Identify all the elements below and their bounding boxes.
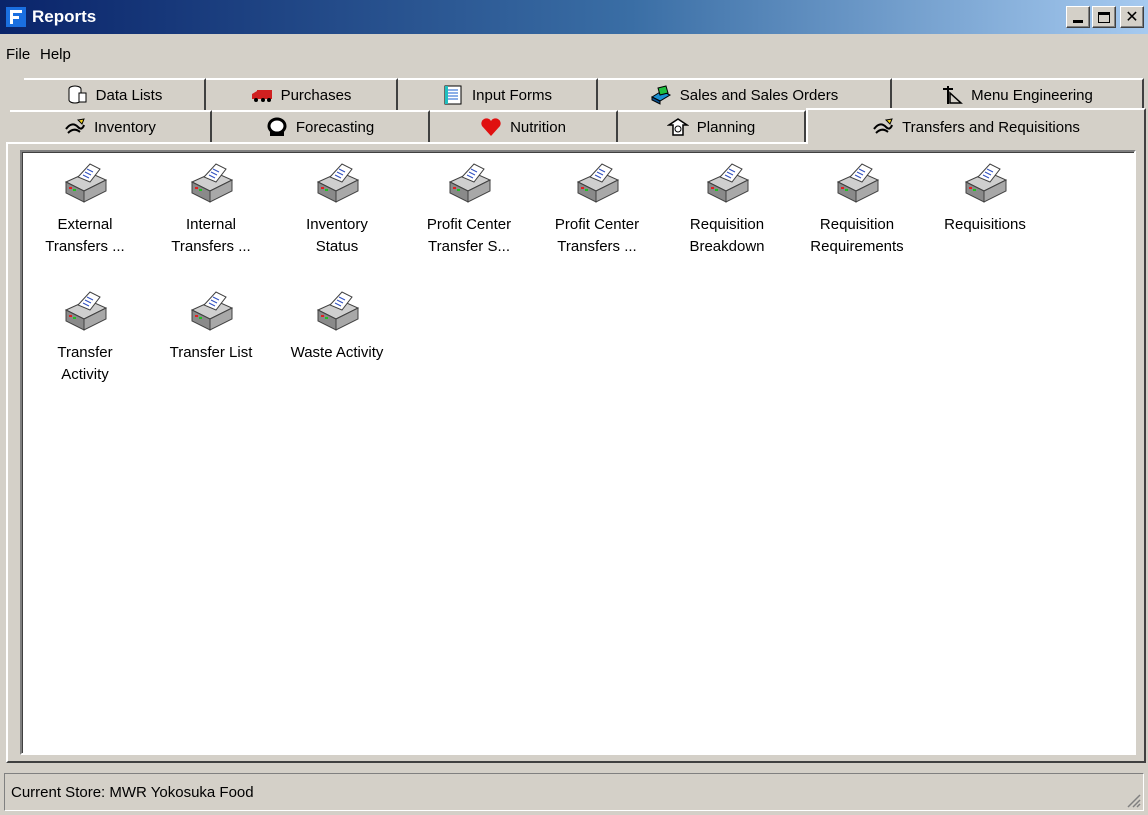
printer-report-icon [702,160,752,206]
tab-input-forms[interactable]: Input Forms [398,78,598,110]
tab-data-lists[interactable]: Data Lists [24,78,206,110]
report-label-line1: Transfer [57,344,113,361]
tab-label: Inventory [94,118,156,136]
tab-sales-and-sales-orders[interactable]: Sales and Sales Orders [598,78,892,110]
forecasting-icon [267,117,287,136]
report-item-requisitions[interactable]: Requisitions [922,160,1048,236]
report-label-line2: Requirements [810,238,904,255]
transfers-icon [873,118,894,134]
app-logo-icon [6,7,26,27]
close-button[interactable]: ✕ [1120,6,1144,28]
report-label-line2: Transfers ... [45,238,125,255]
tab-purchases[interactable]: Purchases [206,78,398,110]
printer-report-icon [60,160,110,206]
report-label-line2: Transfers ... [557,238,637,255]
report-item-profit-center-transfers[interactable]: Profit Center Transfers ... [534,160,660,258]
menu-bar: File Help [0,34,1148,78]
tab-label: Planning [696,118,756,136]
report-label-line1: Requisition [819,216,895,233]
planning-icon [666,118,689,136]
report-label-line1: Profit Center [426,216,512,233]
input-forms-icon [444,85,462,105]
tab-label: Purchases [280,86,352,104]
report-label-line1: Internal [185,216,237,233]
printer-report-icon [960,160,1010,206]
printer-report-icon [312,160,362,206]
heart-icon [481,118,501,136]
printer-report-icon [186,160,236,206]
report-label-line2: Status [315,238,359,255]
report-item-waste-activity[interactable]: Waste Activity [274,288,400,364]
tab-transfers-and-requisitions[interactable]: Transfers and Requisitions [806,108,1146,144]
report-label-line2: Transfers ... [171,238,251,255]
tab-planning[interactable]: Planning [618,110,806,142]
report-item-inventory-status[interactable]: Inventory Status [274,160,400,258]
report-item-requisition-requirements[interactable]: Requisition Requirements [794,160,920,258]
report-label-line1: Transfer List [169,344,253,361]
sales-icon [650,85,671,105]
tab-inventory[interactable]: Inventory [10,110,212,142]
tab-label: Forecasting [295,118,375,136]
report-label-line1: Inventory [306,216,368,233]
printer-report-icon [572,160,622,206]
tab-label: Menu Engineering [971,86,1093,104]
report-item-transfer-list[interactable]: Transfer List [148,288,274,364]
report-label-line1: Waste Activity [290,344,384,361]
tab-menu-engineering[interactable]: Menu Engineering [892,78,1144,110]
report-item-external-transfers[interactable]: External Transfers ... [22,160,148,258]
data-lists-icon [68,85,87,104]
reports-list[interactable]: External Transfers ... Internal Transfer… [20,150,1136,755]
report-label-line1: External [57,216,113,233]
tab-forecasting[interactable]: Forecasting [212,110,430,142]
tab-label: Input Forms [471,86,553,104]
report-item-transfer-activity[interactable]: Transfer Activity [22,288,148,386]
tab-label: Nutrition [510,118,566,136]
printer-report-icon [186,288,236,334]
printer-report-icon [60,288,110,334]
reports-window: Reports ✕ File Help Data Lists Purchases [0,0,1148,815]
report-item-profit-center-transfer-s[interactable]: Profit Center Transfer S... [406,160,532,258]
status-bar: Current Store: MWR Yokosuka Food [4,773,1144,811]
report-label-line2: Breakdown [689,238,765,255]
tab-label: Sales and Sales Orders [679,86,839,104]
tab-label: Transfers and Requisitions [902,118,1080,136]
printer-report-icon [444,160,494,206]
minimize-icon [1073,20,1083,23]
inventory-icon [65,118,86,134]
report-label-line1: Profit Center [554,216,640,233]
tab-label: Data Lists [95,86,163,104]
report-label-line1: Requisitions [944,216,1026,233]
close-icon: ✕ [1125,6,1139,26]
current-store-status: Current Store: MWR Yokosuka Food [11,784,254,801]
printer-report-icon [312,288,362,334]
menu-file[interactable]: File [6,46,30,64]
report-label-line2: Transfer S... [428,238,510,255]
title-bar[interactable]: Reports ✕ [0,0,1148,34]
maximize-icon [1098,11,1110,23]
truck-icon [251,90,272,102]
window-title: Reports [32,7,97,26]
report-label-line2: Activity [61,366,109,383]
report-item-internal-transfers[interactable]: Internal Transfers ... [148,160,274,258]
maximize-button[interactable] [1092,6,1116,28]
drafting-icon [943,86,964,104]
tab-nutrition[interactable]: Nutrition [430,110,618,142]
printer-report-icon [832,160,882,206]
report-item-requisition-breakdown[interactable]: Requisition Breakdown [664,160,790,258]
resize-grip-icon[interactable] [1125,792,1141,808]
menu-help[interactable]: Help [40,46,71,64]
report-label-line1: Requisition [689,216,765,233]
minimize-button[interactable] [1066,6,1090,28]
